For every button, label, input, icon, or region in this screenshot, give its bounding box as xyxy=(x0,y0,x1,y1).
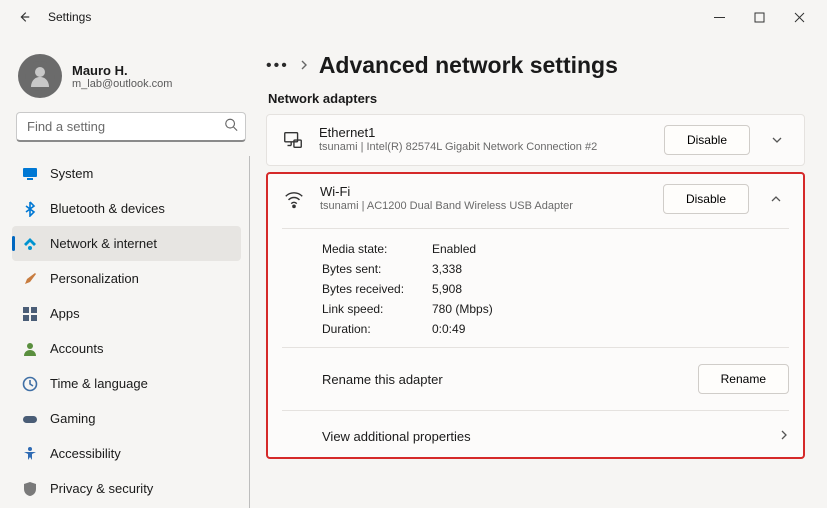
shield-icon xyxy=(22,481,38,497)
sidebar: Mauro H. m_lab@outlook.com System Bluetoo… xyxy=(0,34,260,508)
minimize-icon xyxy=(714,12,725,23)
adapter-name: Ethernet1 xyxy=(319,125,650,140)
sidebar-item-privacy[interactable]: Privacy & security xyxy=(12,471,241,506)
sidebar-item-personalization[interactable]: Personalization xyxy=(12,261,241,296)
adapter-card-ethernet: Ethernet1 tsunami | Intel(R) 82574L Giga… xyxy=(266,114,805,166)
sidebar-item-label: Privacy & security xyxy=(50,481,153,496)
divider xyxy=(282,228,789,229)
disable-button-wifi[interactable]: Disable xyxy=(663,184,749,214)
media-state-label: Media state: xyxy=(322,242,432,256)
wifi-details: Media state:Enabled Bytes sent:3,338 Byt… xyxy=(268,233,803,343)
maximize-button[interactable] xyxy=(739,2,779,32)
profile-block[interactable]: Mauro H. m_lab@outlook.com xyxy=(12,48,250,112)
clock-icon xyxy=(22,376,38,392)
chevron-down-icon xyxy=(771,134,783,146)
divider xyxy=(282,410,789,411)
bytes-received-value: 5,908 xyxy=(432,282,462,296)
minimize-button[interactable] xyxy=(699,2,739,32)
adapter-desc: tsunami | AC1200 Dual Band Wireless USB … xyxy=(320,199,649,213)
nav-list: System Bluetooth & devices Network & inter… xyxy=(12,156,250,508)
chevron-right-icon xyxy=(779,427,789,445)
window-title: Settings xyxy=(48,10,91,24)
view-properties-row[interactable]: View additional properties xyxy=(268,415,803,457)
sidebar-item-label: Time & language xyxy=(50,376,148,391)
media-state-value: Enabled xyxy=(432,242,476,256)
rename-button[interactable]: Rename xyxy=(698,364,789,394)
section-title: Network adapters xyxy=(268,91,805,106)
search-input[interactable] xyxy=(16,112,246,142)
search-icon xyxy=(224,118,238,137)
main-content: ••• Advanced network settings Network ad… xyxy=(260,34,827,508)
bytes-sent-value: 3,338 xyxy=(432,262,462,276)
bytes-sent-label: Bytes sent: xyxy=(322,262,432,276)
sidebar-item-label: Gaming xyxy=(50,411,96,426)
profile-name: Mauro H. xyxy=(72,63,172,78)
search-field xyxy=(16,112,246,142)
avatar xyxy=(18,54,62,98)
profile-email: m_lab@outlook.com xyxy=(72,78,172,90)
sidebar-item-label: Accessibility xyxy=(50,446,121,461)
monitor-icon xyxy=(22,166,38,182)
duration-label: Duration: xyxy=(322,322,432,336)
disable-button-ethernet[interactable]: Disable xyxy=(664,125,750,155)
sidebar-item-system[interactable]: System xyxy=(12,156,241,191)
wifi-icon xyxy=(22,236,38,252)
sidebar-item-label: Accounts xyxy=(50,341,103,356)
wifi-icon xyxy=(282,188,306,210)
sidebar-item-network[interactable]: Network & internet xyxy=(12,226,241,261)
adapter-card-wifi: Wi-Fi tsunami | AC1200 Dual Band Wireles… xyxy=(266,172,805,459)
close-button[interactable] xyxy=(779,2,819,32)
sidebar-item-label: System xyxy=(50,166,93,181)
expand-ethernet[interactable] xyxy=(764,134,790,146)
sidebar-item-accounts[interactable]: Accounts xyxy=(12,331,241,366)
maximize-icon xyxy=(754,12,765,23)
breadcrumb: ••• Advanced network settings xyxy=(266,52,805,79)
sidebar-item-label: Network & internet xyxy=(50,236,157,251)
sidebar-item-bluetooth[interactable]: Bluetooth & devices xyxy=(12,191,241,226)
arrow-left-icon xyxy=(17,10,31,24)
sidebar-item-label: Apps xyxy=(50,306,80,321)
rename-label: Rename this adapter xyxy=(322,372,443,387)
titlebar: Settings xyxy=(0,0,827,34)
back-button[interactable] xyxy=(14,7,34,27)
sidebar-item-accessibility[interactable]: Accessibility xyxy=(12,436,241,471)
sidebar-item-label: Bluetooth & devices xyxy=(50,201,165,216)
rename-row: Rename this adapter Rename xyxy=(268,352,803,406)
chevron-right-icon xyxy=(299,57,309,75)
adapter-name: Wi-Fi xyxy=(320,184,649,199)
chevron-up-icon xyxy=(770,193,782,205)
divider xyxy=(282,347,789,348)
apps-icon xyxy=(22,306,38,322)
ethernet-icon xyxy=(281,129,305,151)
gamepad-icon xyxy=(22,411,38,427)
sidebar-item-time[interactable]: Time & language xyxy=(12,366,241,401)
close-icon xyxy=(794,12,805,23)
link-speed-value: 780 (Mbps) xyxy=(432,302,493,316)
page-title: Advanced network settings xyxy=(319,52,618,79)
breadcrumb-ellipsis[interactable]: ••• xyxy=(266,57,289,75)
collapse-wifi[interactable] xyxy=(763,193,789,205)
duration-value: 0:0:49 xyxy=(432,322,465,336)
brush-icon xyxy=(22,271,38,287)
avatar-image xyxy=(25,61,55,91)
sidebar-item-apps[interactable]: Apps xyxy=(12,296,241,331)
sidebar-item-gaming[interactable]: Gaming xyxy=(12,401,241,436)
accessibility-icon xyxy=(22,446,38,462)
bytes-received-label: Bytes received: xyxy=(322,282,432,296)
person-icon xyxy=(22,341,38,357)
sidebar-item-label: Personalization xyxy=(50,271,139,286)
link-speed-label: Link speed: xyxy=(322,302,432,316)
adapter-desc: tsunami | Intel(R) 82574L Gigabit Networ… xyxy=(319,140,650,154)
view-properties-label: View additional properties xyxy=(322,429,471,444)
bluetooth-icon xyxy=(22,201,38,217)
